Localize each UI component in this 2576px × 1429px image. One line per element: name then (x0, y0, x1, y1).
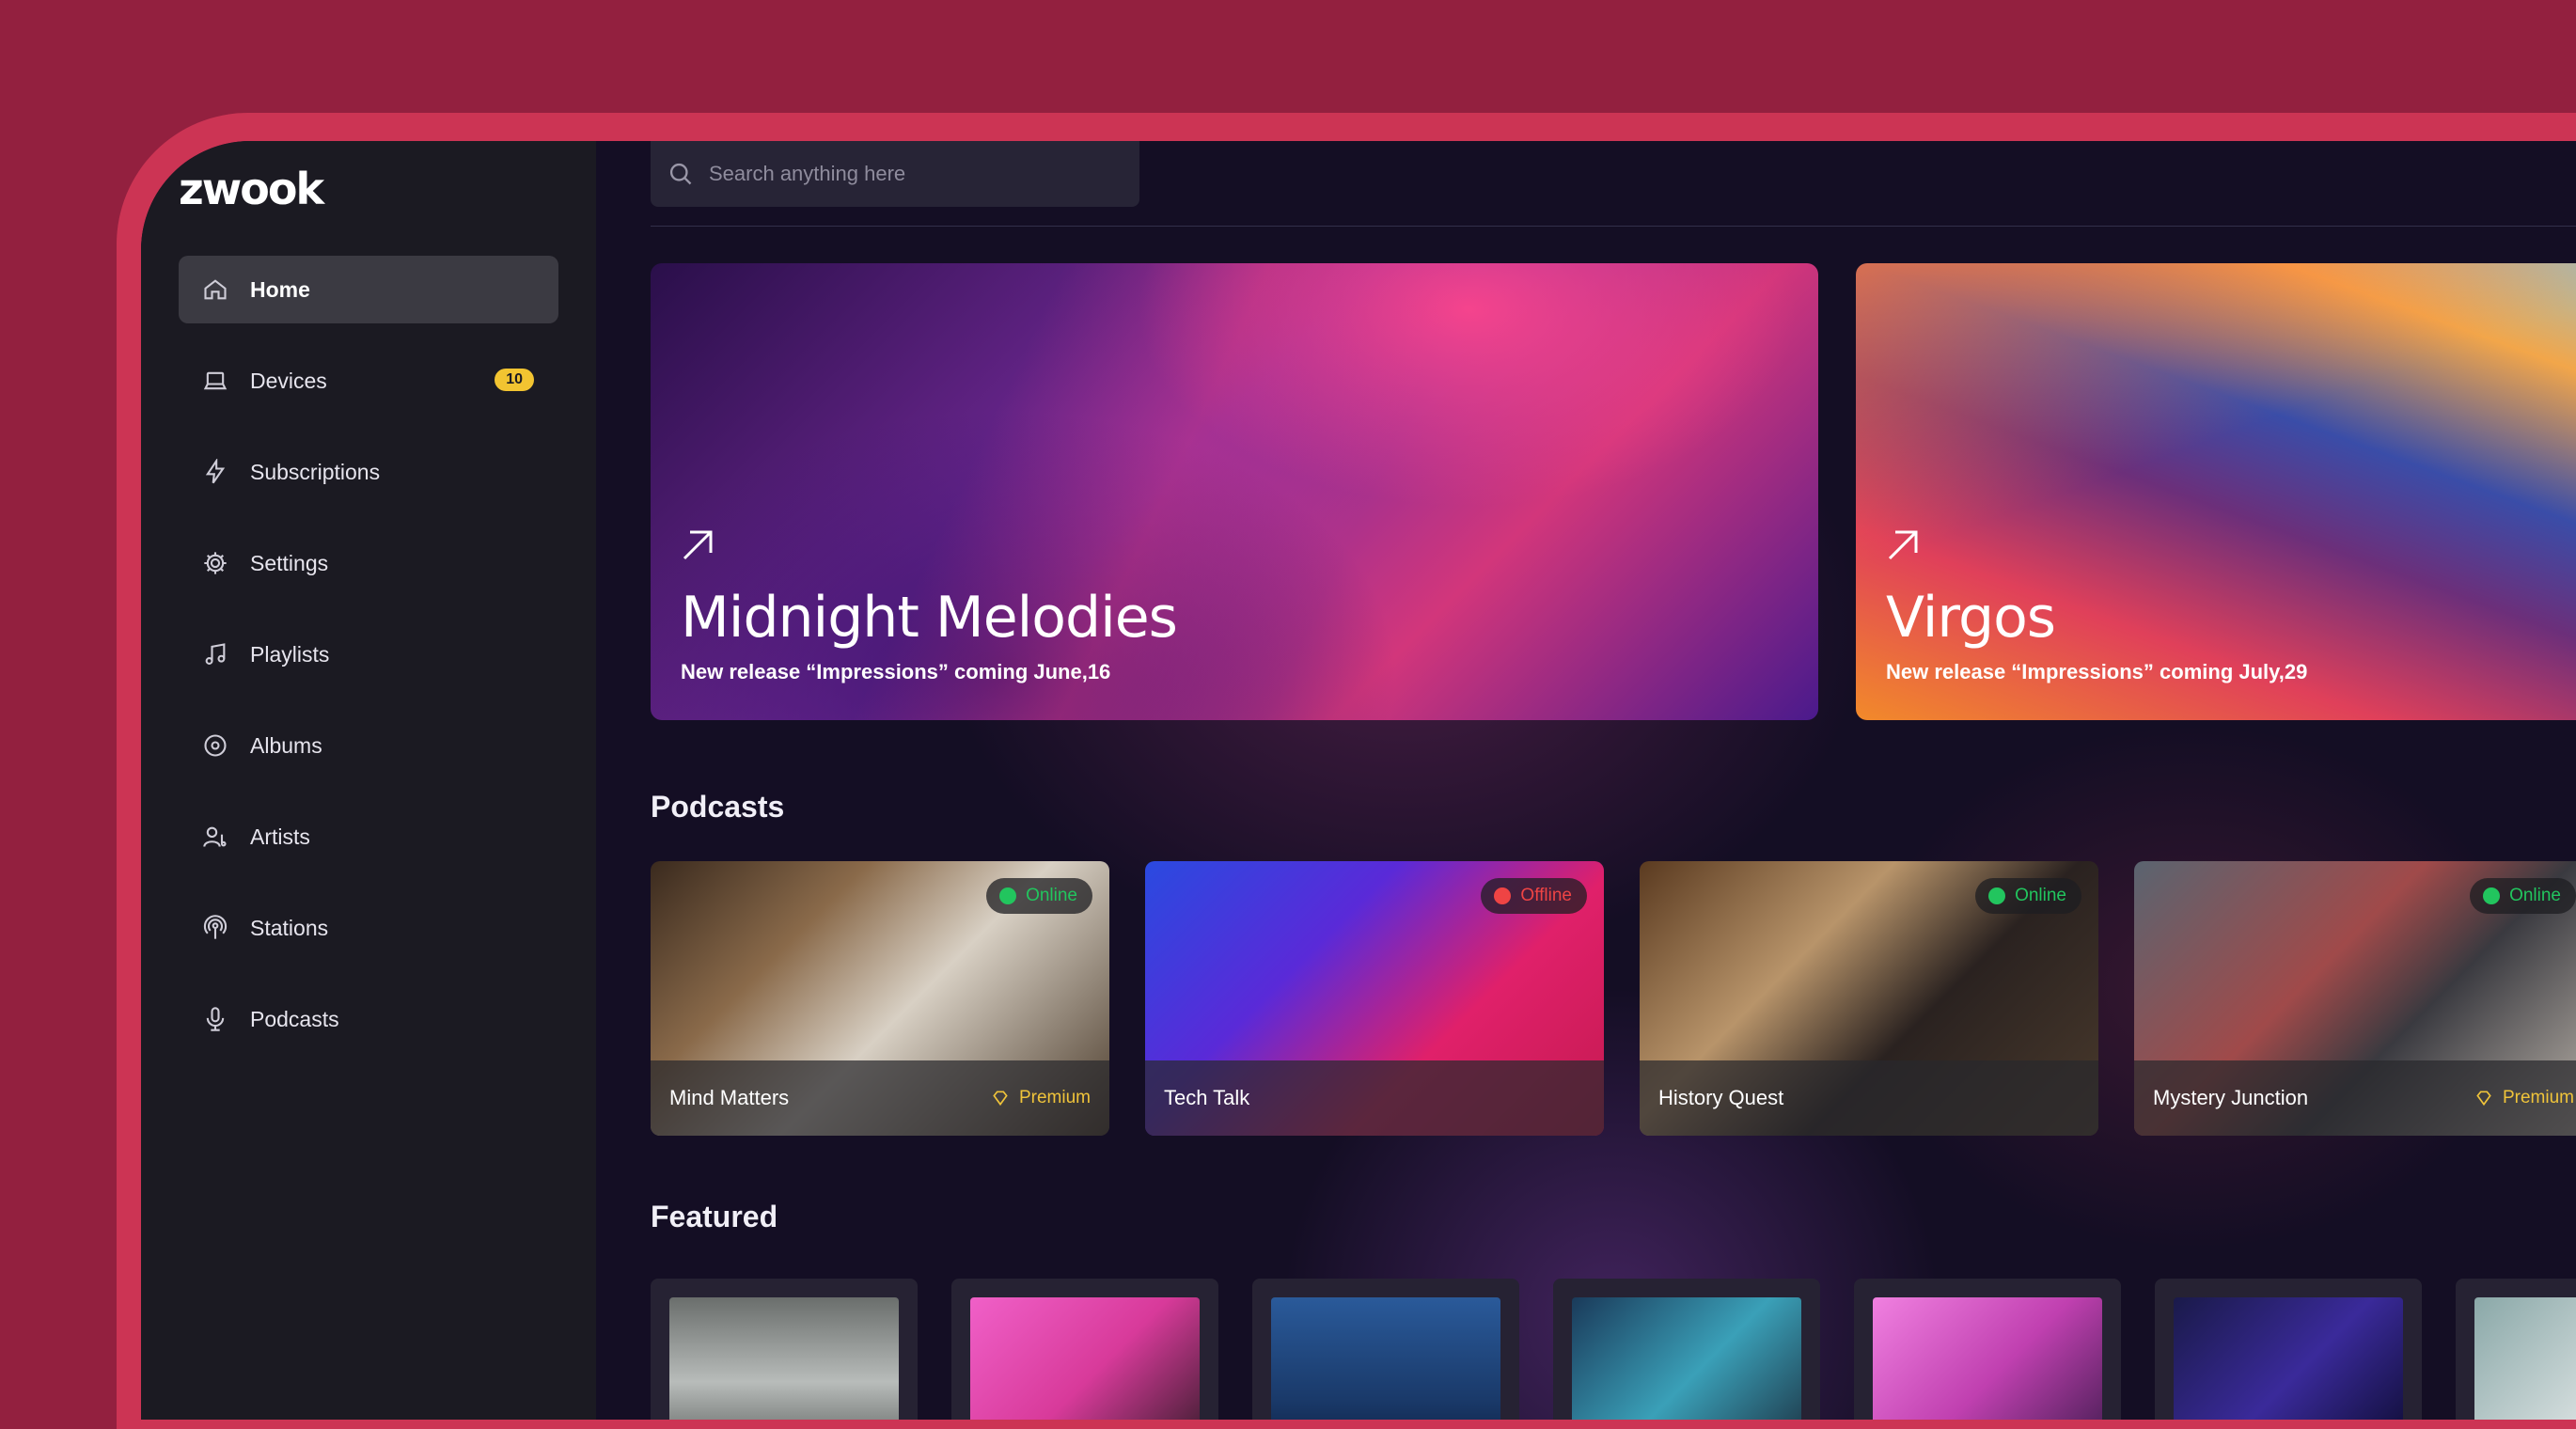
diamond-icon (2476, 1091, 2491, 1107)
featured-thumbnail (1572, 1297, 1801, 1420)
card-footer: Tech Talk (1145, 1060, 1604, 1136)
podcast-card-history-quest[interactable]: Online History Quest (1640, 861, 2098, 1136)
sidebar-item-albums[interactable]: Albums (179, 712, 558, 779)
podcast-title: History Quest (1658, 1086, 1784, 1109)
status-badge: Online (1975, 878, 2081, 914)
arrow-up-right-icon[interactable] (1884, 526, 1922, 564)
featured-thumbnail (2474, 1297, 2576, 1420)
featured-card[interactable] (2456, 1279, 2576, 1420)
premium-label: Premium (2502, 1088, 2574, 1107)
section-title-featured: Featured (651, 1200, 778, 1233)
status-badge: Online (986, 878, 1092, 914)
sidebar-item-artists[interactable]: Artists (179, 803, 558, 871)
card-footer: Mind Matters Premium (651, 1060, 1109, 1136)
featured-thumbnail (970, 1297, 1200, 1420)
sidebar-item-label: Subscriptions (250, 459, 381, 484)
sidebar-item-subscriptions[interactable]: Subscriptions (179, 438, 558, 506)
featured-thumbnail (669, 1297, 899, 1420)
lightning-icon (201, 458, 229, 486)
hero-card-virgos[interactable]: Virgos New release “Impressions” coming … (1856, 263, 2576, 720)
featured-thumbnail (1873, 1297, 2102, 1420)
sidebar-item-label: Devices (250, 368, 327, 393)
podcast-card-mind-matters[interactable]: Online Mind Matters Premium (651, 861, 1109, 1136)
sidebar-item-label: Home (250, 276, 310, 302)
sidebar-item-settings[interactable]: Settings (179, 529, 558, 597)
artist-icon (201, 823, 229, 851)
app-logo: zwook (179, 164, 324, 214)
hero-title: Midnight Melodies (681, 585, 1178, 651)
microphone-icon (201, 1005, 229, 1033)
status-text: Online (2015, 886, 2066, 905)
sidebar-item-devices[interactable]: Devices 10 (179, 347, 558, 415)
music-note-icon (201, 640, 229, 668)
devices-count-badge: 10 (495, 369, 534, 391)
status-text: Offline (1520, 886, 1572, 905)
sidebar-item-label: Podcasts (250, 1006, 339, 1031)
status-text: Online (2509, 886, 2561, 905)
gear-icon (201, 549, 229, 577)
sidebar-item-playlists[interactable]: Playlists (179, 620, 558, 688)
search-bar[interactable] (651, 141, 1139, 207)
premium-label: Premium (1018, 1088, 1091, 1107)
status-badge: Offline (1481, 878, 1587, 914)
diamond-icon (993, 1091, 1008, 1107)
hero-title: Virgos (1886, 585, 2056, 651)
sidebar-item-podcasts[interactable]: Podcasts (179, 985, 558, 1053)
sidebar: zwook Home Devices 10 Subscriptions Sett… (141, 141, 596, 1420)
sidebar-item-stations[interactable]: Stations (179, 894, 558, 962)
featured-card[interactable] (2155, 1279, 2422, 1420)
premium-badge: Premium (991, 1088, 1091, 1108)
online-status-dot (999, 887, 1017, 904)
sidebar-item-label: Artists (250, 824, 310, 849)
podcast-card-mystery-junction[interactable]: Online Mystery Junction Premium (2134, 861, 2576, 1136)
premium-badge: Premium (2474, 1088, 2574, 1108)
sidebar-item-label: Playlists (250, 641, 330, 667)
arrow-up-right-icon[interactable] (679, 526, 716, 564)
search-icon (669, 163, 692, 185)
featured-card[interactable] (1252, 1279, 1519, 1420)
featured-card[interactable] (951, 1279, 1218, 1420)
laptop-icon (201, 367, 229, 395)
section-title-podcasts: Podcasts (651, 790, 785, 824)
sidebar-item-label: Settings (250, 550, 329, 575)
card-footer: Mystery Junction Premium (2134, 1060, 2576, 1136)
status-text: Online (1026, 886, 1077, 905)
featured-thumbnail (1271, 1297, 1500, 1420)
main-content: Midnight Melodies New release “Impressio… (596, 141, 2576, 1420)
hero-subtitle: New release “Impressions” coming June,16 (681, 660, 1111, 683)
card-footer: History Quest (1640, 1060, 2098, 1136)
sidebar-item-label: Stations (250, 915, 329, 940)
status-badge: Online (2470, 878, 2576, 914)
featured-thumbnail (2174, 1297, 2403, 1420)
home-icon (201, 275, 229, 304)
sidebar-item-home[interactable]: Home (179, 256, 558, 323)
sidebar-item-label: Albums (250, 732, 322, 758)
hero-subtitle: New release “Impressions” coming July,29 (1886, 660, 2308, 683)
search-input[interactable] (707, 161, 1106, 187)
header-divider (651, 226, 2576, 227)
featured-card[interactable] (1854, 1279, 2121, 1420)
featured-card[interactable] (1553, 1279, 1820, 1420)
disc-icon (201, 731, 229, 760)
podcast-title: Mystery Junction (2153, 1086, 2309, 1109)
podcast-title: Mind Matters (669, 1086, 790, 1109)
radio-icon (201, 914, 229, 942)
online-status-dot (2483, 887, 2501, 904)
podcast-card-tech-talk[interactable]: Offline Tech Talk (1145, 861, 1604, 1136)
podcast-title: Tech Talk (1164, 1086, 1250, 1109)
offline-status-dot (1494, 887, 1512, 904)
featured-card[interactable] (651, 1279, 918, 1420)
hero-card-midnight-melodies[interactable]: Midnight Melodies New release “Impressio… (651, 263, 1818, 720)
online-status-dot (1988, 887, 2006, 904)
app-window: zwook Home Devices 10 Subscriptions Sett… (141, 141, 2576, 1420)
